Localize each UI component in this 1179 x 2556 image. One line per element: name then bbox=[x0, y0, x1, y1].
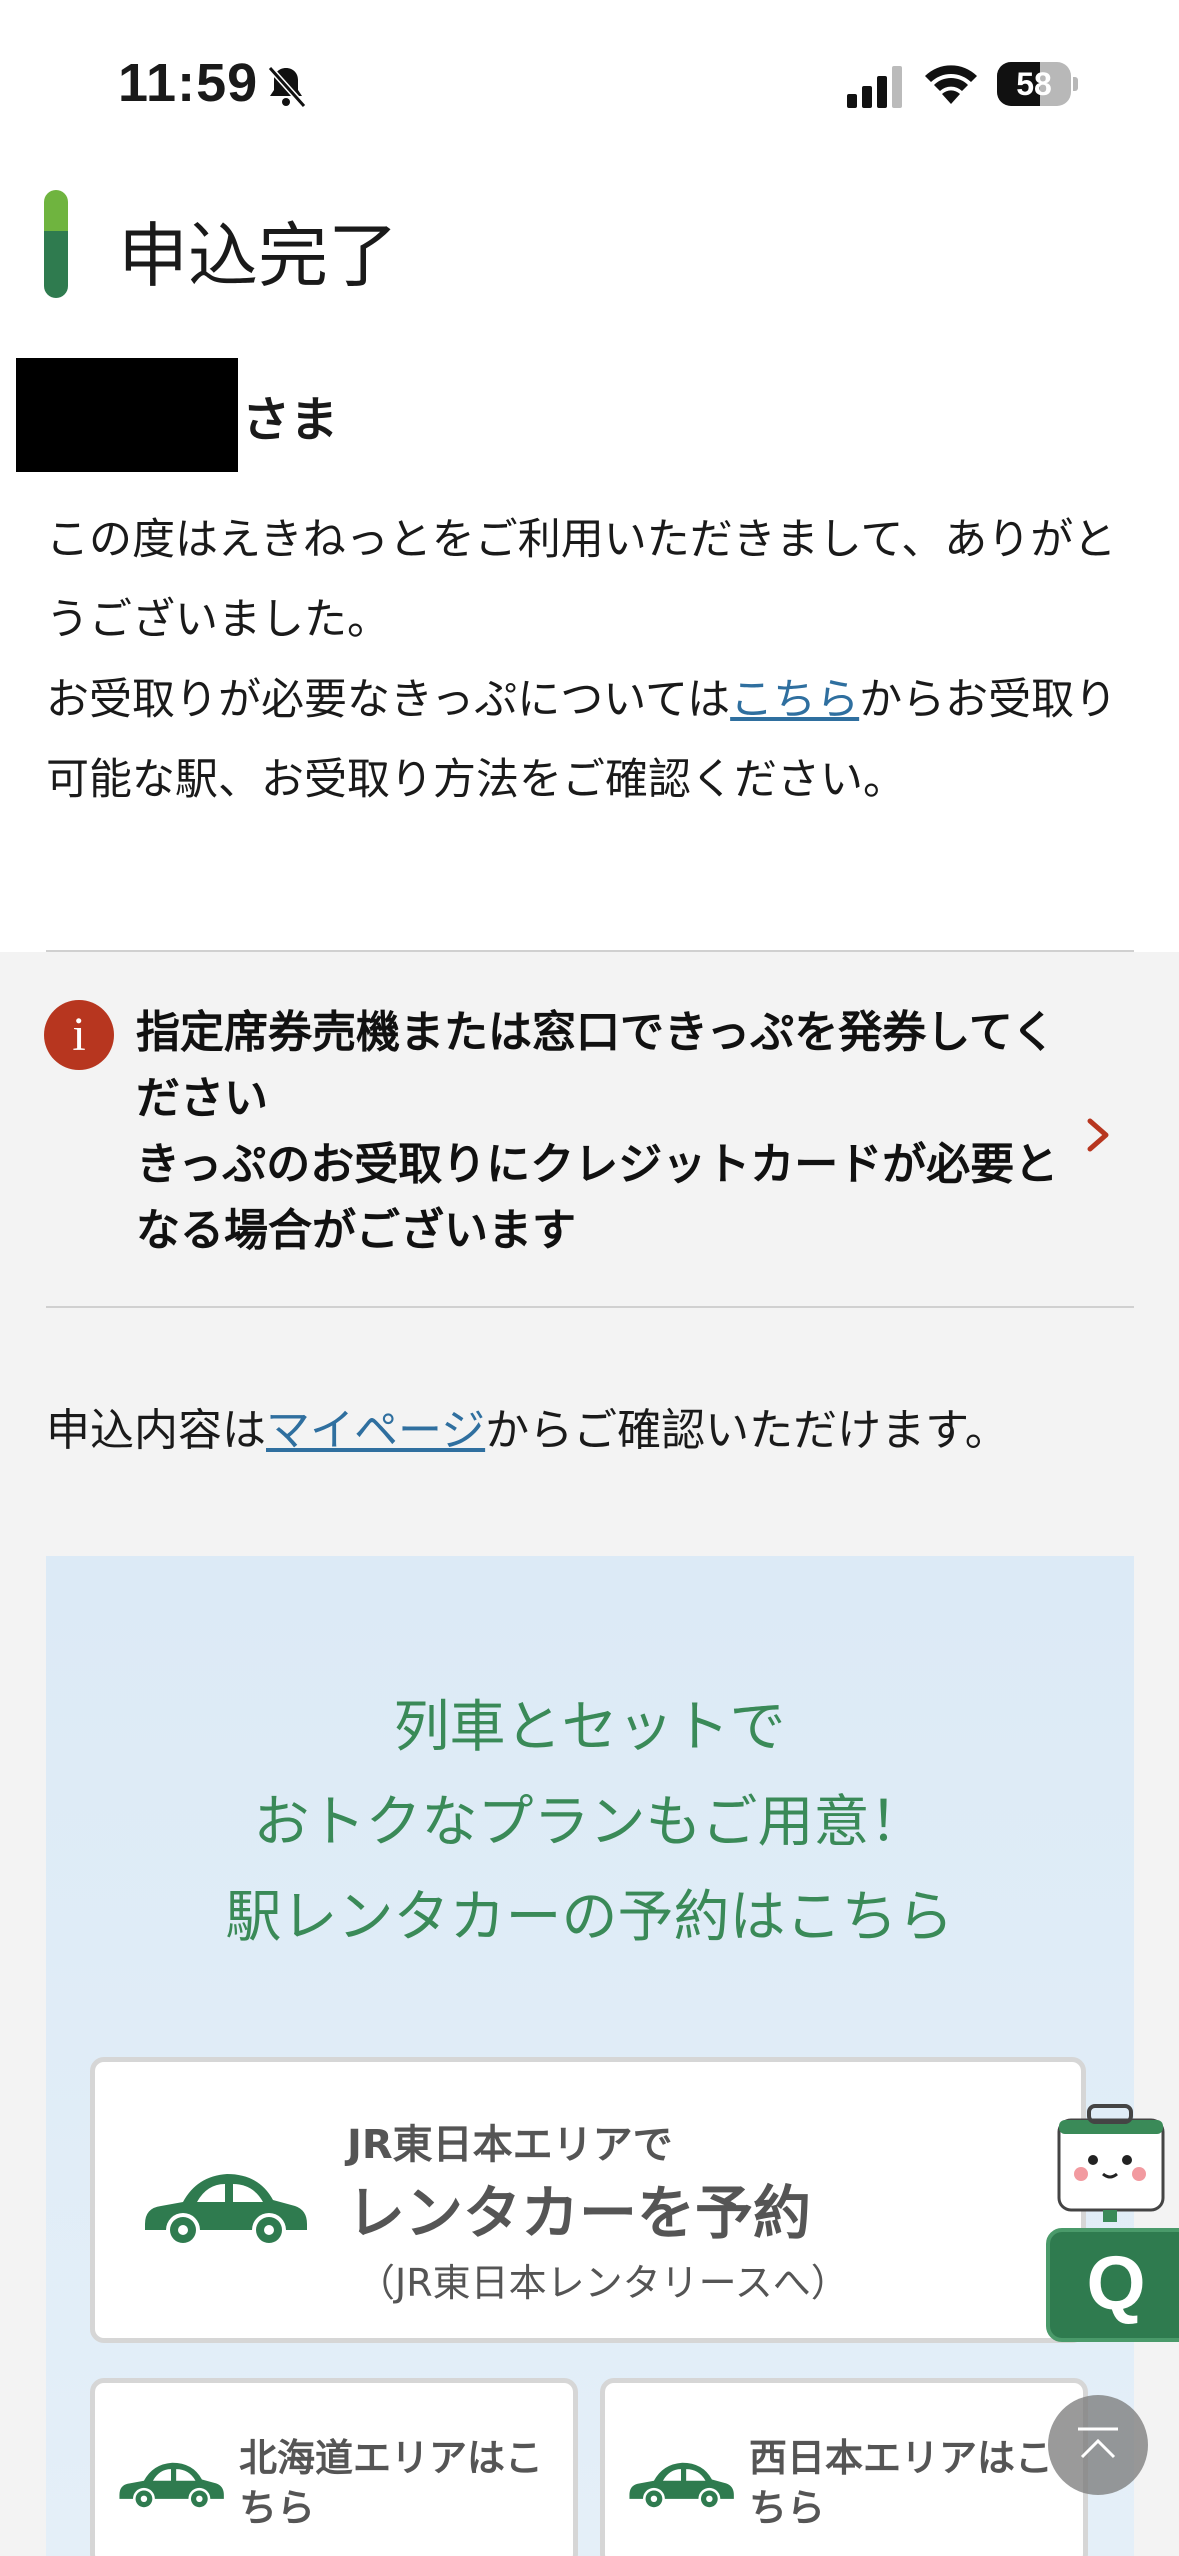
title-accent-bar bbox=[44, 190, 68, 298]
west-japan-rental-label: 西日本エリアはこちら bbox=[749, 2436, 1054, 2530]
intro-line1: この度はえきねっとをご利用いただきまして、ありがとうございました。 bbox=[46, 515, 1117, 645]
page-title: 申込完了 bbox=[118, 215, 398, 297]
divider-top bbox=[46, 950, 1134, 952]
notice-line2: きっぷのお受取りにクレジットカードが必要となる場合がございます bbox=[136, 1139, 1059, 1256]
intro-text: この度はえきねっとをご利用いただきまして、ありがとうございました。 お受取りが必… bbox=[46, 500, 1136, 820]
promo-line3: 駅レンタカーの予約はこちら bbox=[225, 1885, 954, 1950]
promo-headline: 列車とセットで おトクなプランもご用意！ 駅レンタカーの予約はこちら bbox=[0, 1680, 1179, 1965]
promo-line1: 列車とセットで bbox=[393, 1695, 786, 1760]
rental-area-label: JR東日本エリアで bbox=[347, 2122, 673, 2168]
battery-icon: 58 bbox=[997, 62, 1078, 106]
mypage-text: 申込内容はマイページからご確認いただけます。 bbox=[46, 1396, 1156, 1466]
mascot-icon[interactable] bbox=[1045, 2098, 1175, 2228]
west-japan-rental-button[interactable]: 西日本エリアはこちら bbox=[600, 2378, 1088, 2556]
car-icon bbox=[145, 2174, 307, 2247]
car-icon bbox=[629, 2462, 734, 2510]
faq-button[interactable]: Q bbox=[1046, 2228, 1179, 2342]
divider-bottom bbox=[46, 1306, 1134, 1308]
notice-line1: 指定席券売機または窓口できっぷを発券してください bbox=[136, 1007, 1056, 1124]
ticket-pickup-link[interactable]: こちら bbox=[730, 675, 859, 725]
bell-slash-icon bbox=[267, 65, 307, 109]
info-icon: i bbox=[44, 1000, 114, 1070]
intro-line2-before: お受取りが必要なきっぷについては bbox=[46, 675, 731, 725]
mypage-before: 申込内容は bbox=[46, 1405, 266, 1456]
hokkaido-rental-label: 北海道エリアはこちら bbox=[239, 2436, 544, 2530]
jr-east-rental-button[interactable]: JR東日本エリアで レンタカーを予約 （JR東日本レンタリースへ） bbox=[90, 2057, 1086, 2343]
mypage-link[interactable]: マイページ bbox=[266, 1405, 485, 1456]
mypage-after: からご確認いただけます。 bbox=[485, 1405, 1009, 1456]
battery-level: 58 bbox=[1016, 66, 1052, 102]
promo-line2: おトクなプランもご用意！ bbox=[253, 1790, 926, 1855]
status-bar: 11:59 58 bbox=[0, 0, 1179, 170]
rental-button-note: （JR東日本レンタリースへ） bbox=[357, 2261, 849, 2305]
car-icon bbox=[119, 2462, 224, 2510]
status-time: 11:59 bbox=[118, 53, 259, 113]
hokkaido-rental-button[interactable]: 北海道エリアはこちら bbox=[90, 2378, 578, 2556]
redacted-name bbox=[16, 358, 238, 472]
cellular-signal-icon bbox=[847, 66, 902, 108]
name-suffix: さま bbox=[242, 392, 339, 448]
notice-text: 指定席券売機または窓口できっぷを発券してください きっぷのお受取りにクレジットカ… bbox=[136, 1000, 1076, 1264]
chevron-right-icon bbox=[1087, 1118, 1109, 1152]
rental-button-label: レンタカーを予約 bbox=[347, 2179, 812, 2247]
wifi-icon bbox=[925, 65, 977, 104]
chevron-up-icon bbox=[1078, 2427, 1118, 2459]
scroll-to-top-button[interactable] bbox=[1048, 2395, 1148, 2495]
